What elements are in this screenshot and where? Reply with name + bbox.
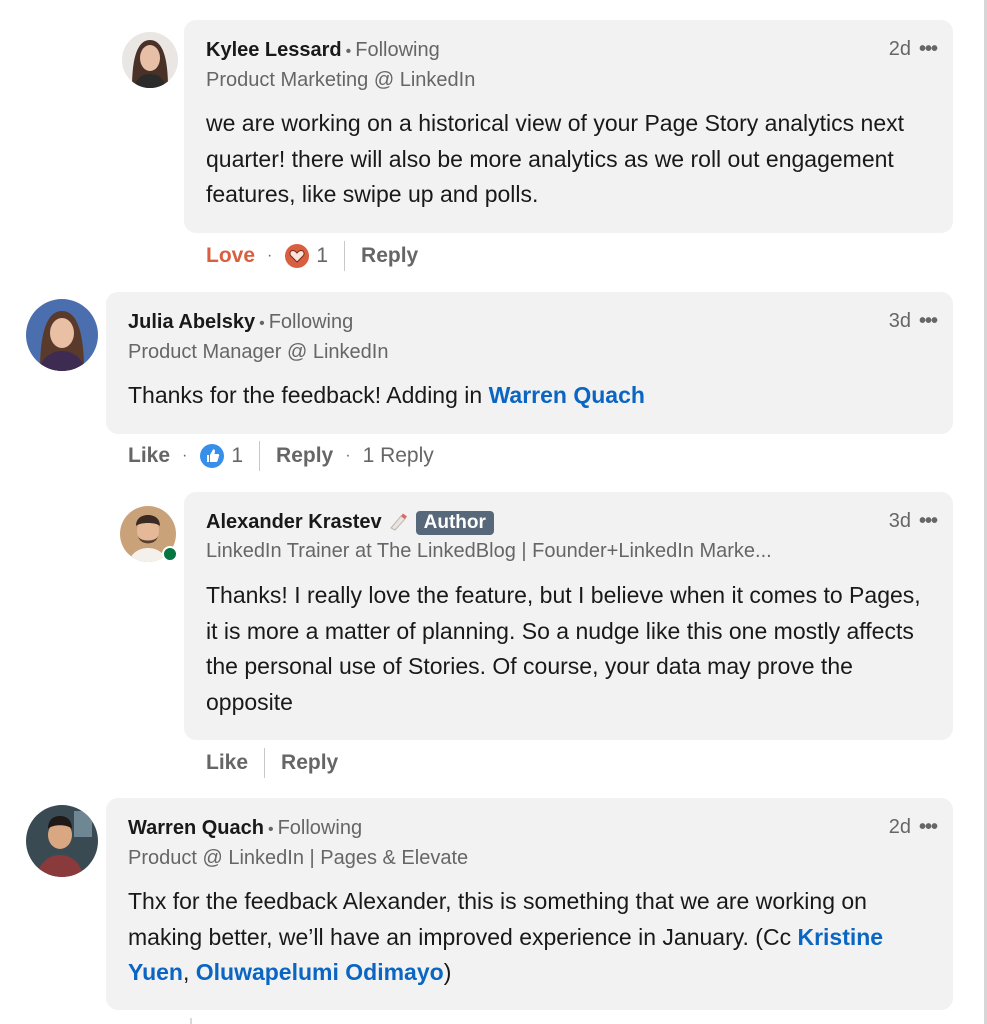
comment-actions: Like · 1 Reply · 1 Reply <box>128 441 434 471</box>
reply-button[interactable]: Reply <box>276 444 333 468</box>
following-status: Following <box>277 817 363 839</box>
more-options-icon[interactable]: ••• <box>919 816 938 839</box>
comment-actions: Love · 1 Reply <box>206 241 418 271</box>
more-options-icon[interactable]: ••• <box>919 310 938 333</box>
more-options-icon[interactable]: ••• <box>919 510 938 533</box>
commenter-name[interactable]: Kylee Lessard <box>206 39 342 61</box>
comment-text: Thanks! I really love the feature, but I… <box>206 582 921 715</box>
avatar-warren[interactable] <box>26 805 98 877</box>
like-button[interactable]: Like <box>128 444 170 468</box>
online-status-icon <box>162 546 178 562</box>
commenter-headline: Product Marketing @ LinkedIn <box>206 69 476 91</box>
comments-page: Kylee Lessard • Following Product Marketin… <box>0 0 987 1024</box>
commenter-headline: Product @ LinkedIn | Pages & Elevate <box>128 847 469 869</box>
comment-timestamp: 2d <box>888 38 911 60</box>
comment-bubble: Alexander Krastev Author LinkedIn Trainer… <box>184 492 953 740</box>
person-avatar-icon <box>122 32 178 88</box>
reaction-count[interactable]: 1 <box>231 444 243 468</box>
commenter-headline: Product Manager @ LinkedIn <box>128 341 389 363</box>
comment-text: Thx for the feedback Alexander, this is … <box>128 888 884 985</box>
comment-bubble: Julia Abelsky • Following Product Manager … <box>106 292 953 434</box>
commenter-name[interactable]: Julia Abelsky <box>128 311 255 333</box>
reply-button[interactable]: Reply <box>281 751 338 775</box>
comment-actions: Like Reply <box>206 748 338 778</box>
avatar-kylee[interactable] <box>122 32 178 88</box>
comment-timestamp: 3d <box>888 510 911 532</box>
like-reaction-icon <box>200 444 225 468</box>
more-options-icon[interactable]: ••• <box>919 38 938 61</box>
reaction-count[interactable]: 1 <box>316 244 328 268</box>
reply-button[interactable]: Reply <box>361 244 418 268</box>
mention-link[interactable]: Warren Quach <box>489 382 645 408</box>
comment-text: we are working on a historical view of y… <box>206 110 904 207</box>
comment-text: Thanks for the feedback! Adding in Warre… <box>128 382 645 408</box>
person-avatar-icon <box>26 805 98 877</box>
following-status: Following <box>355 39 440 61</box>
avatar-julia[interactable] <box>26 299 98 371</box>
love-reaction-icon <box>285 244 310 268</box>
author-badge: Author <box>415 511 494 535</box>
commenter-name[interactable]: Alexander Krastev <box>206 511 382 533</box>
love-reaction-button[interactable]: Love <box>206 244 255 268</box>
comment-bubble: Warren Quach • Following Product @ LinkedI… <box>106 798 953 1010</box>
replies-count-link[interactable]: 1 Reply <box>363 444 434 468</box>
comment-bubble: Kylee Lessard • Following Product Marketin… <box>184 20 953 233</box>
pen-icon <box>389 513 407 531</box>
like-button[interactable]: Like <box>206 751 248 775</box>
following-status: Following <box>268 311 354 333</box>
comment-timestamp: 2d <box>888 816 911 838</box>
mention-link[interactable]: Oluwapelumi Odimayo <box>196 959 444 985</box>
comment-timestamp: 3d <box>888 310 911 332</box>
thread-divider <box>190 1018 192 1024</box>
comment-kylee: Kylee Lessard • Following Product Marketin… <box>0 0 987 290</box>
person-avatar-icon <box>26 299 98 371</box>
commenter-name[interactable]: Warren Quach <box>128 817 264 839</box>
commenter-headline: LinkedIn Trainer at The LinkedBlog | Fou… <box>206 540 772 562</box>
